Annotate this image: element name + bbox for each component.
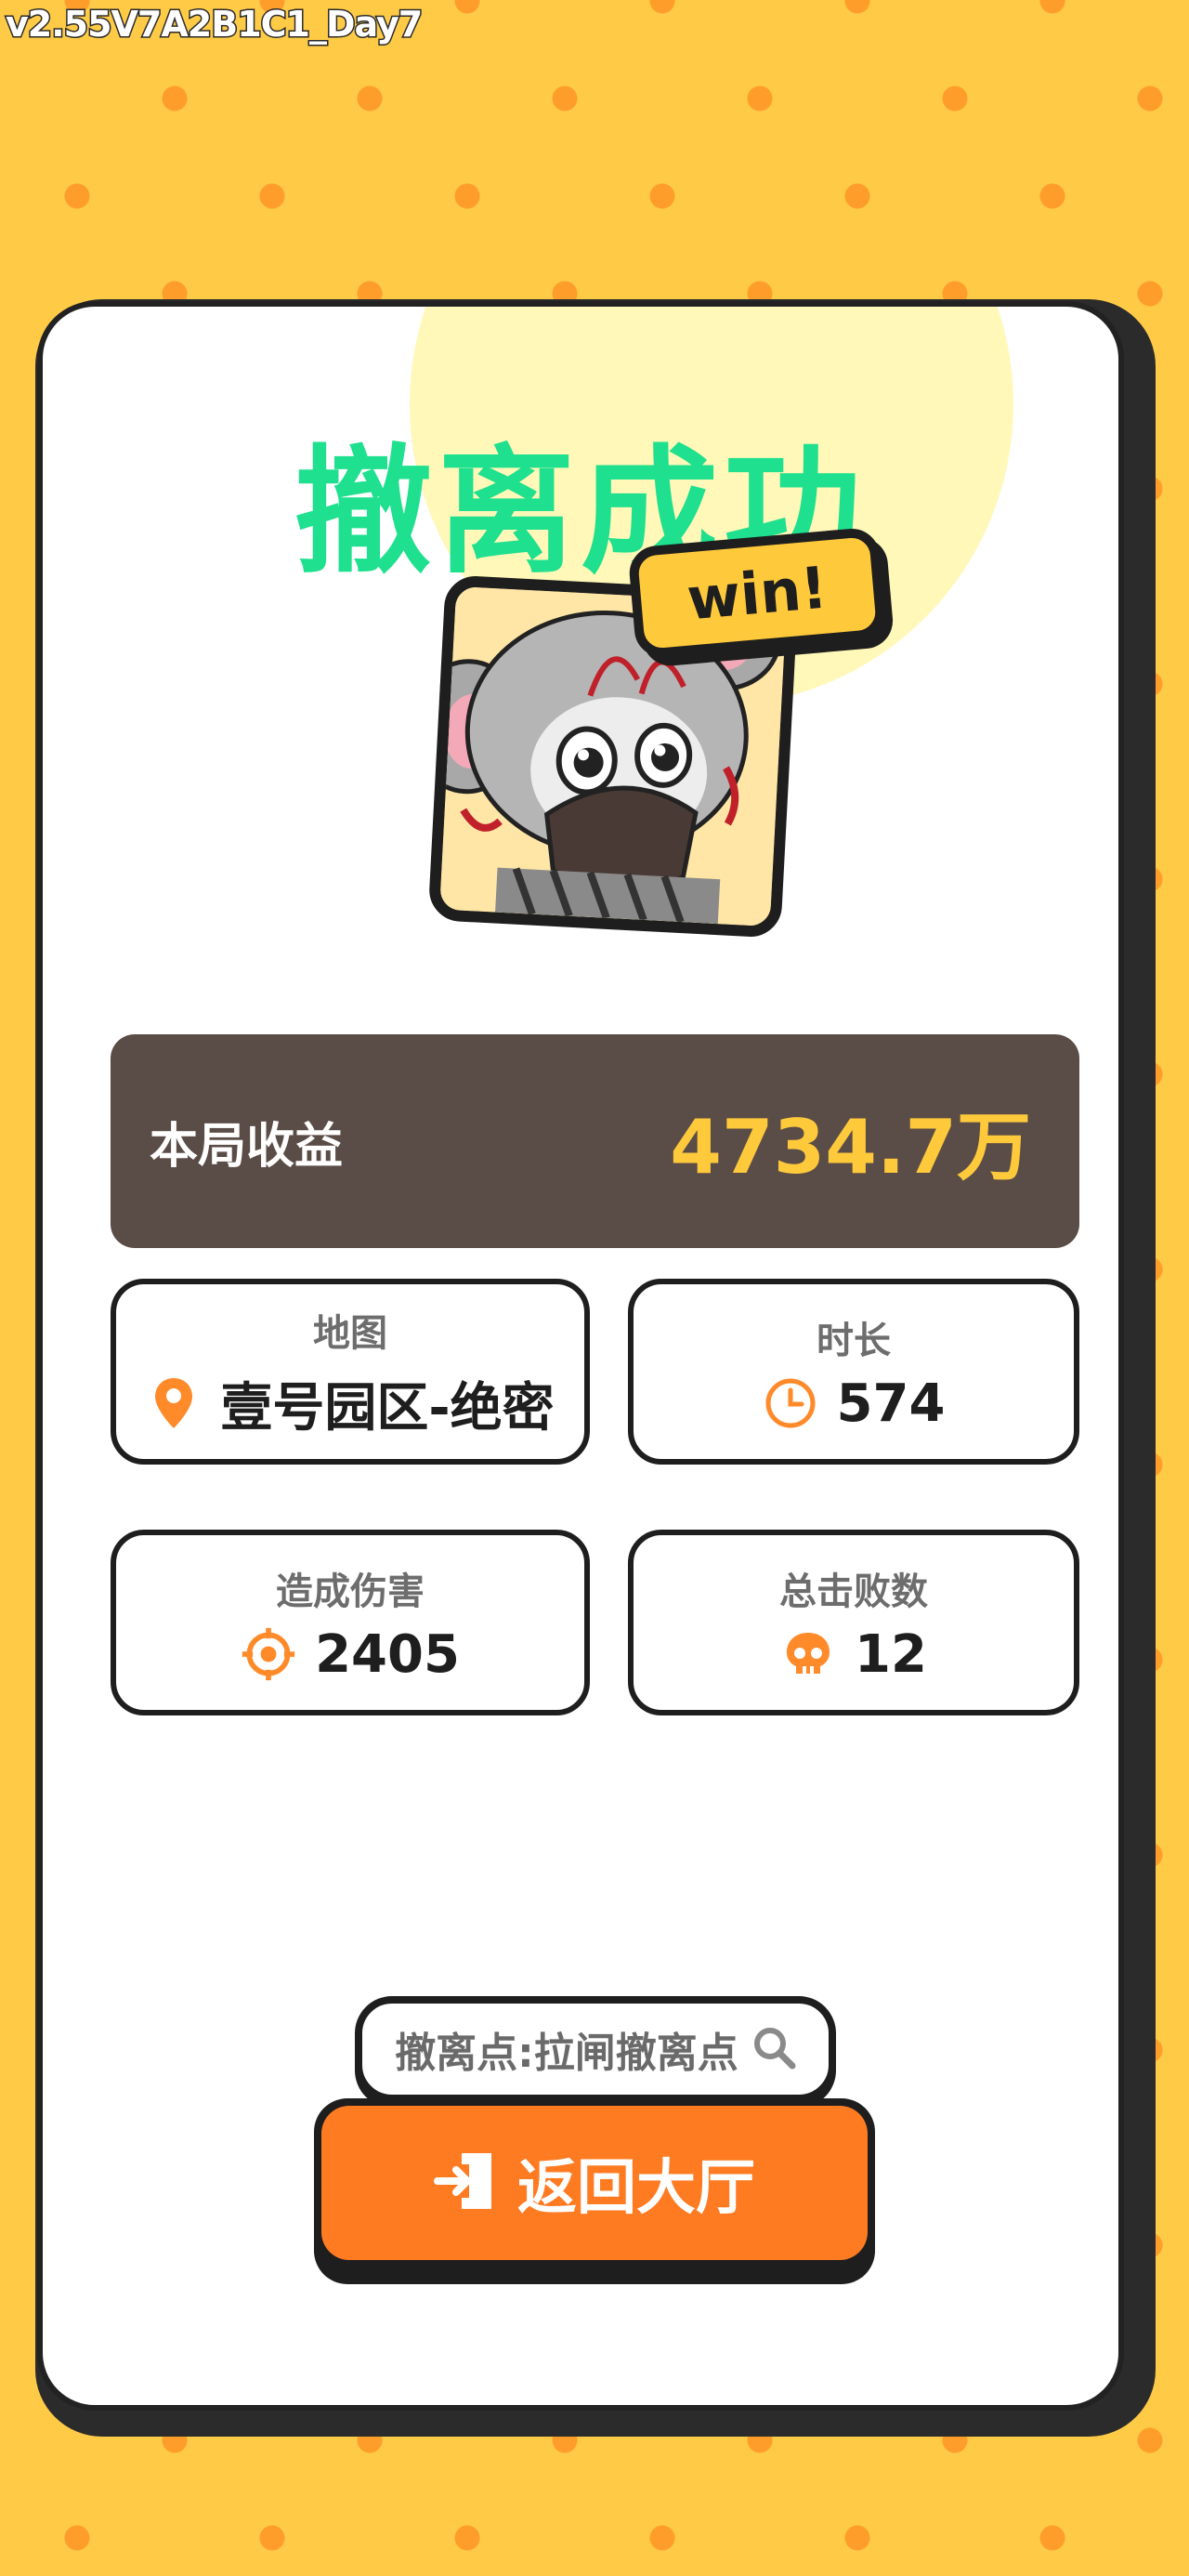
skull-icon: [780, 1626, 836, 1682]
stat-map-value: 壹号园区-绝密: [220, 1377, 555, 1439]
crosshair-icon: [241, 1626, 296, 1682]
stat-map-label: 地图: [313, 1311, 387, 1355]
stat-duration-label: 时长: [817, 1319, 891, 1362]
location-pin-icon: [146, 1375, 202, 1431]
page-title: 撤离成功: [294, 432, 867, 592]
result-card: 撤离成功 本局收益 4734.7万 地图 壹号园区-绝密 时长 574 造成伤害…: [37, 301, 1124, 2411]
stat-damage: 造成伤害 2405: [111, 1530, 590, 1715]
stat-damage-value: 2405: [315, 1623, 460, 1685]
stat-kills-value: 12: [855, 1623, 927, 1685]
stat-duration: 时长 574: [628, 1279, 1079, 1465]
income-panel: 本局收益 4734.7万: [111, 1034, 1079, 1248]
clock-icon: [763, 1375, 818, 1431]
stat-kills: 总击败数 12: [628, 1530, 1079, 1715]
back-to-lobby-label: 返回大厅: [517, 2154, 755, 2223]
income-value: 4734.7万: [670, 1104, 1031, 1190]
income-label: 本局收益: [150, 1118, 344, 1175]
stat-duration-value: 574: [836, 1373, 946, 1434]
search-icon: [751, 2025, 796, 2073]
stat-map: 地图 壹号园区-绝密: [111, 1279, 590, 1465]
stat-damage-label: 造成伤害: [276, 1570, 425, 1613]
exit-icon: [434, 2148, 501, 2218]
extract-point-button[interactable]: 撤离点:拉闸撤离点: [355, 1996, 836, 2102]
back-to-lobby-button[interactable]: 返回大厅: [314, 2098, 875, 2284]
stat-kills-label: 总击败数: [779, 1570, 928, 1613]
extract-point-text: 撤离点:拉闸撤离点: [395, 2030, 738, 2077]
version-label: v2.55V7A2B1C1_Day7: [4, 3, 424, 46]
win-badge: win!: [627, 526, 887, 660]
